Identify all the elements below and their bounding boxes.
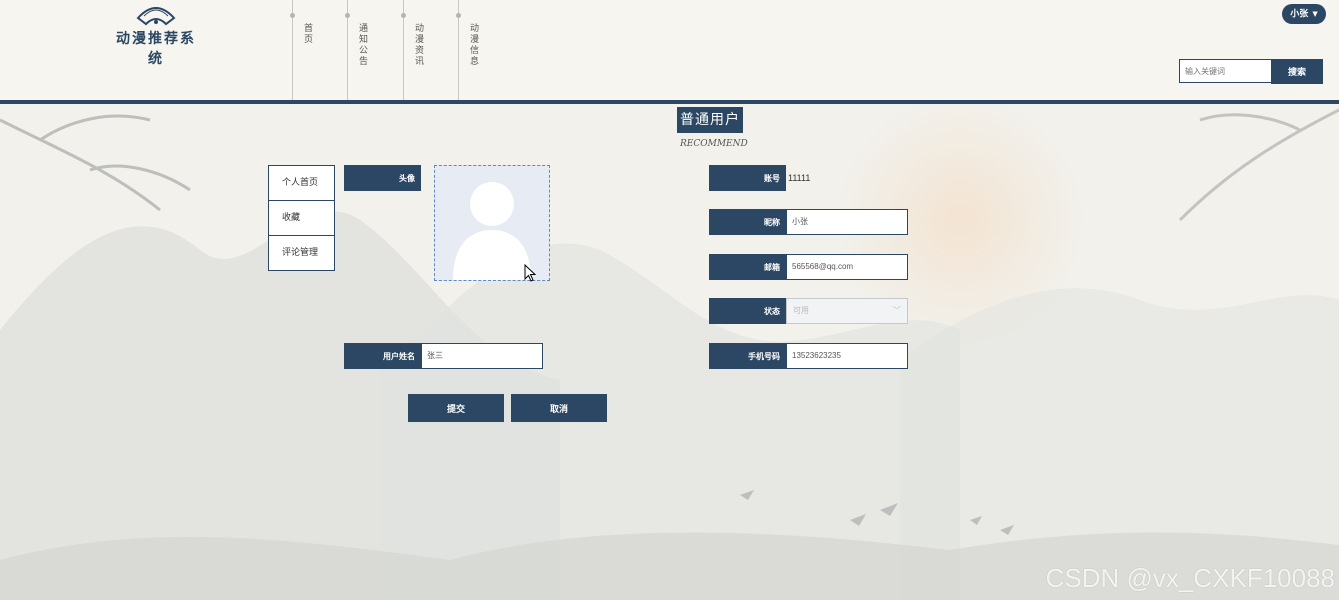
header-divider <box>0 100 1339 104</box>
avatar-label: 头像 <box>344 165 421 191</box>
nav-dot-icon <box>290 13 295 18</box>
side-item-favorites[interactable]: 收藏 <box>269 201 334 236</box>
top-header: 动漫推荐系统 首页 通知公告 动漫资讯 动漫信息 小张▼ 搜索 <box>0 0 1339 100</box>
site-title: 动漫推荐系统 <box>116 31 196 67</box>
chevron-down-icon: ﹀ <box>893 306 901 315</box>
nav-item-label: 动漫信息 <box>470 24 480 67</box>
user-silhouette-icon <box>453 182 531 280</box>
nav-item-notices[interactable]: 通知公告 <box>345 0 403 100</box>
nav-item-anime-info[interactable]: 动漫信息 <box>456 0 514 100</box>
search-button[interactable]: 搜索 <box>1271 59 1323 84</box>
status-label: 状态 <box>709 298 786 324</box>
page-subtitle: RECOMMEND <box>680 139 748 149</box>
nav-item-anime-news[interactable]: 动漫资讯 <box>401 0 459 100</box>
submit-button[interactable]: 提交 <box>408 394 504 422</box>
nav-item-label: 首页 <box>304 24 314 45</box>
fan-logo-icon <box>136 7 176 26</box>
cancel-button[interactable]: 取消 <box>511 394 607 422</box>
nav-dot-icon <box>456 13 461 18</box>
nav-item-label: 通知公告 <box>359 24 369 67</box>
account-label: 账号 <box>709 165 786 191</box>
status-value: 可用 <box>793 306 809 315</box>
nav-item-label: 动漫资讯 <box>415 24 425 67</box>
page-title: 普通用户 <box>677 107 743 133</box>
caret-down-icon: ▼ <box>1312 9 1318 18</box>
nav-dot-icon <box>401 13 406 18</box>
phone-field[interactable]: 13523623235 <box>786 343 908 369</box>
account-value: 11111 <box>788 173 811 183</box>
watermark-text: CSDN @vx_CXKF10088 <box>1045 563 1335 593</box>
email-label: 邮箱 <box>709 254 786 280</box>
mouse-cursor-icon <box>524 264 536 282</box>
name-field[interactable]: 张三 <box>421 343 543 369</box>
nav-item-home[interactable]: 首页 <box>290 0 348 100</box>
nickname-label: 昵称 <box>709 209 786 235</box>
status-select[interactable]: 可用 ﹀ <box>786 298 908 324</box>
name-label: 用户姓名 <box>344 343 421 369</box>
user-menu-button[interactable]: 小张 ▼ <box>1282 4 1326 24</box>
side-item-comment-management[interactable]: 评论管理 <box>269 236 334 270</box>
nickname-field[interactable]: 小张 <box>786 209 908 235</box>
site-logo[interactable]: 动漫推荐系统 <box>110 4 202 68</box>
side-item-personal-home[interactable]: 个人首页 <box>269 166 334 201</box>
search-input[interactable] <box>1179 59 1272 83</box>
username-label: 小张 <box>1290 9 1309 20</box>
nav-dot-icon <box>345 13 350 18</box>
email-field[interactable]: 565568@qq.com <box>786 254 908 280</box>
side-menu: 个人首页 收藏 评论管理 <box>268 165 335 271</box>
phone-label: 手机号码 <box>709 343 786 369</box>
